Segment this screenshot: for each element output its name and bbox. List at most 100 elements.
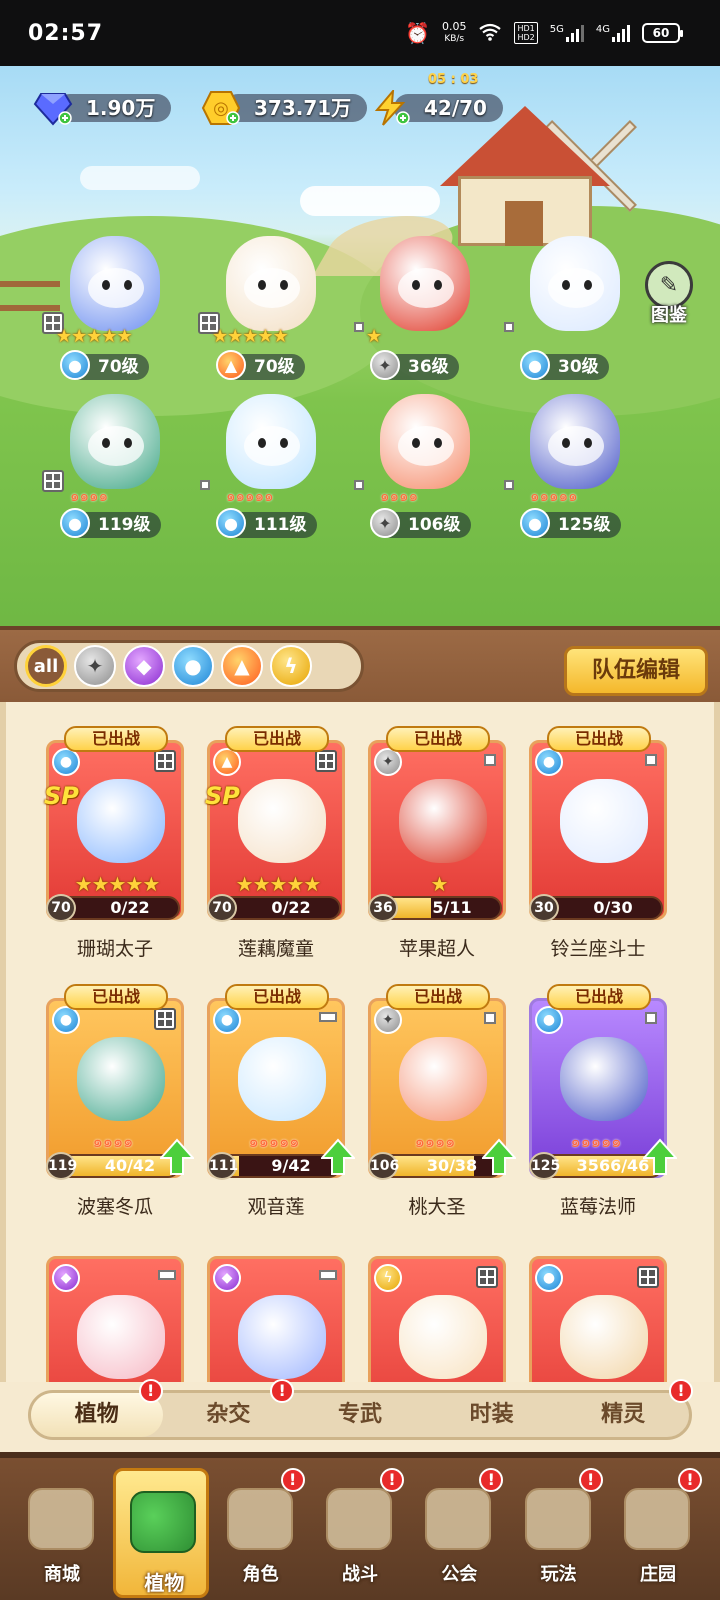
energy-counter[interactable]: 42/70 xyxy=(368,88,503,128)
hero-eye xyxy=(584,280,592,290)
plant-card[interactable]: ◆ xyxy=(203,1238,349,1382)
hero-face xyxy=(88,426,144,466)
upgrade-arrow-icon[interactable] xyxy=(319,1138,357,1176)
plant-card[interactable]: 已出战 ● ๑๑๑๑๑ 3566/46 125 蓝莓法师 xyxy=(525,980,679,1238)
star-rating: ★★★★★ xyxy=(56,326,133,347)
nav-label: 植物 xyxy=(144,1571,185,1595)
thunder-element-icon: ϟ xyxy=(374,1264,402,1292)
status-icons: ⏰ 0.05 KB/s HD1 HD2 5G 4G 60 xyxy=(405,21,683,45)
filter-all-button[interactable]: all xyxy=(25,645,67,687)
nav-item-1[interactable]: 植物 xyxy=(113,1468,210,1598)
plant-card[interactable]: 已出战 ✦ ★ 5/11 36 苹果超人 xyxy=(364,722,510,980)
bottom-nav: 商城 植物 角色! 战斗! 公会! 玩法! 庄园! xyxy=(0,1452,720,1600)
upgrade-arrow-icon[interactable] xyxy=(158,1138,196,1176)
nav-label: 战斗 xyxy=(341,1564,378,1585)
coins-counter[interactable]: ◎ 373.71万 xyxy=(198,88,368,128)
tab-1[interactable]: 杂交! xyxy=(163,1379,295,1437)
shard-progress-text: 0/22 xyxy=(271,898,311,917)
hero-figure[interactable]: ๑๑๑๑ ✦ 106级 xyxy=(350,384,490,544)
card-grid: 已出战 ● SP ★★★★★ 0/22 70 珊瑚太子 已出战 ▲ SP ★★★★★ 0/22 70 莲藕… xyxy=(42,722,682,1382)
element-filters: all ✦ ◆ ● ▲ ϟ xyxy=(14,640,364,692)
formation-grid-icon xyxy=(315,750,337,772)
formation-grid-icon xyxy=(637,1266,659,1288)
nav-item-3[interactable]: 战斗! xyxy=(312,1468,408,1598)
upgrade-arrow-icon[interactable] xyxy=(641,1138,679,1176)
hero-face xyxy=(548,268,604,308)
plant-portrait xyxy=(560,1295,648,1379)
sword-element-icon: ✦ xyxy=(374,1006,402,1034)
notification-badge: ! xyxy=(479,1468,504,1492)
nav-item-0[interactable]: 商城 xyxy=(14,1468,110,1598)
filter-water-icon[interactable]: ● xyxy=(172,645,214,687)
flame-rating: ๑๑๑๑ xyxy=(70,487,109,505)
nav-items: 商城 植物 角色! 战斗! 公会! 玩法! 庄园! xyxy=(14,1468,706,1600)
nav-icon xyxy=(325,1488,392,1550)
plant-card[interactable]: 已出战 ● ๑๑๑๑ 40/42 119 波塞冬瓜 xyxy=(42,980,196,1238)
hero-figure[interactable]: ๑๑๑๑๑ ● 111级 xyxy=(196,384,336,544)
sp-badge: SP xyxy=(205,782,240,810)
battery-icon: 60 xyxy=(642,23,683,43)
formation-slot-icon xyxy=(484,754,496,766)
plant-card[interactable]: 已出战 ● 0/30 30 铃兰座斗士 xyxy=(525,722,671,980)
filter-fire-icon[interactable]: ▲ xyxy=(221,645,263,687)
hero-figure[interactable]: ★★★★★ ● 70级 xyxy=(40,226,180,386)
plant-portrait xyxy=(399,1295,487,1379)
plant-card[interactable]: 已出战 ✦ ๑๑๑๑ 30/38 106 桃大圣 xyxy=(364,980,518,1238)
formation-grid-icon xyxy=(154,1008,176,1030)
hero-figure[interactable]: ★ ✦ 36级 xyxy=(350,226,490,386)
card-level: 125 xyxy=(529,1152,560,1180)
svg-text:◎: ◎ xyxy=(213,98,229,119)
fire-element-icon: ▲ xyxy=(213,748,241,776)
plant-card[interactable]: ● xyxy=(525,1238,671,1382)
poison-element-icon: ◆ xyxy=(52,1264,80,1292)
filter-sword-icon[interactable]: ✦ xyxy=(74,645,116,687)
tab-0[interactable]: 植物! xyxy=(31,1379,163,1437)
album-button[interactable]: ✎ 图鉴 xyxy=(638,261,700,329)
category-tabs: 植物! 杂交! 专武 时装 精灵! xyxy=(28,1379,693,1440)
nav-label: 公会 xyxy=(441,1564,478,1585)
tab-4[interactable]: 精灵! xyxy=(557,1379,693,1437)
nav-item-6[interactable]: 庄园! xyxy=(610,1468,706,1598)
signal-5g-icon: 5G xyxy=(550,24,584,42)
notification-badge: ! xyxy=(668,1379,693,1403)
nav-icon xyxy=(425,1488,492,1550)
notification-badge: ! xyxy=(280,1468,305,1492)
nav-item-4[interactable]: 公会! xyxy=(411,1468,507,1598)
formation-slot-icon xyxy=(645,754,657,766)
hero-eye xyxy=(584,438,592,448)
plant-card[interactable]: 已出战 ● ๑๑๑๑๑ 9/42 111 观音莲 xyxy=(203,980,357,1238)
nav-item-5[interactable]: 玩法! xyxy=(511,1468,607,1598)
plant-card[interactable]: ◆ xyxy=(42,1238,188,1382)
water-element-icon: ● xyxy=(520,508,550,538)
plant-card[interactable]: ϟ xyxy=(364,1238,510,1382)
shard-progress-text: 0/22 xyxy=(110,898,150,917)
hero-figure[interactable]: ★★★★★ ▲ 70级 xyxy=(196,226,336,386)
star-rating: ★★★★★ xyxy=(74,872,161,896)
status-bar: 02:57 ⏰ 0.05 KB/s HD1 HD2 5G 4G 60 xyxy=(0,0,720,66)
nav-icon xyxy=(226,1488,293,1550)
notification-badge: ! xyxy=(578,1468,603,1492)
hero-figure[interactable]: ● 30级 xyxy=(500,226,640,386)
team-edit-button[interactable]: 队伍编辑 xyxy=(564,646,708,696)
filter-thunder-icon[interactable]: ϟ xyxy=(270,645,312,687)
plant-portrait xyxy=(77,779,165,863)
gems-counter[interactable]: 1.90万 xyxy=(30,88,172,128)
formation-slot-icon xyxy=(200,480,210,490)
hero-figure[interactable]: ๑๑๑๑๑ ● 125级 xyxy=(500,384,640,544)
plant-card[interactable]: 已出战 ● SP ★★★★★ 0/22 70 珊瑚太子 xyxy=(42,722,188,980)
upgrade-arrow-icon[interactable] xyxy=(480,1138,518,1176)
hero-figure[interactable]: ๑๑๑๑ ● 119级 xyxy=(40,384,180,544)
diamond-icon xyxy=(30,88,76,128)
nav-item-2[interactable]: 角色! xyxy=(213,1468,309,1598)
water-element-icon: ● xyxy=(52,748,80,776)
hero-eye xyxy=(280,438,288,448)
plant-name: 波塞冬瓜 xyxy=(76,1196,153,1218)
plant-card[interactable]: 已出战 ▲ SP ★★★★★ 0/22 70 莲藕魔童 xyxy=(203,722,349,980)
filter-poison-icon[interactable]: ◆ xyxy=(123,645,165,687)
formation-grid-icon xyxy=(42,470,64,492)
tab-3[interactable]: 时装 xyxy=(426,1393,558,1437)
card-level: 36 xyxy=(368,894,398,922)
tab-2[interactable]: 专武 xyxy=(294,1393,426,1437)
water-element-icon: ● xyxy=(535,1006,563,1034)
plant-portrait xyxy=(77,1295,165,1379)
